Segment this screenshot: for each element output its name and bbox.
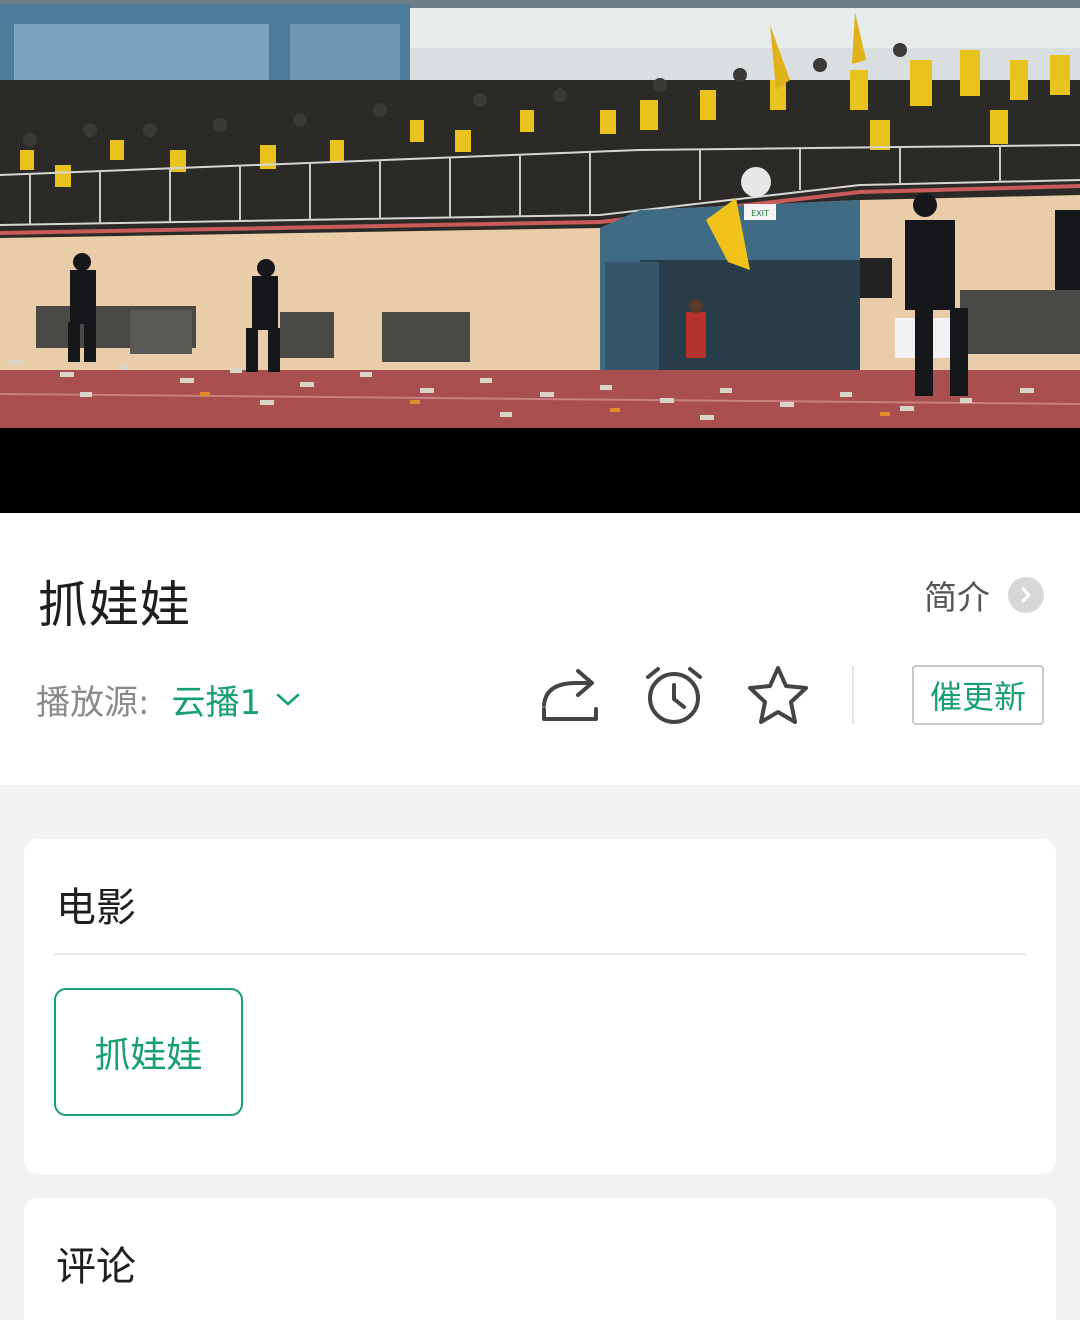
comment-section-card: 评论 xyxy=(24,1198,1056,1320)
chevron-down-icon xyxy=(275,691,301,709)
exit-sign-text: EXIT xyxy=(751,209,769,218)
movie-section-card: 电影 抓娃娃 xyxy=(24,839,1056,1174)
urge-update-button[interactable]: 催更新 xyxy=(912,665,1044,725)
source-label: 播放源: xyxy=(36,683,150,723)
favorite-button[interactable] xyxy=(744,661,812,729)
intro-link[interactable]: 简介 xyxy=(924,571,1044,619)
movie-section-title: 电影 xyxy=(56,885,136,931)
share-button[interactable] xyxy=(536,661,604,729)
section-divider xyxy=(54,953,1026,955)
action-divider xyxy=(852,666,854,724)
video-frame: EXIT xyxy=(0,0,1080,428)
video-title: 抓娃娃 xyxy=(38,576,191,634)
source-selector[interactable]: 播放源: 云播1 xyxy=(36,675,301,724)
share-icon xyxy=(542,669,598,721)
action-bar xyxy=(536,661,854,729)
comment-section-title: 评论 xyxy=(56,1244,136,1290)
alarm-button[interactable] xyxy=(640,661,708,729)
stadium-scene-image: EXIT xyxy=(0,0,1080,428)
chevron-right-icon xyxy=(1008,577,1044,613)
video-player[interactable]: EXIT xyxy=(0,0,1080,513)
star-icon xyxy=(748,666,808,724)
episode-button[interactable]: 抓娃娃 xyxy=(54,988,243,1116)
source-value: 云播1 xyxy=(171,683,262,723)
video-info-panel: 抓娃娃 简介 播放源: 云播1 催更新 xyxy=(0,513,1080,785)
intro-label: 简介 xyxy=(924,578,990,617)
alarm-clock-icon xyxy=(646,667,702,724)
